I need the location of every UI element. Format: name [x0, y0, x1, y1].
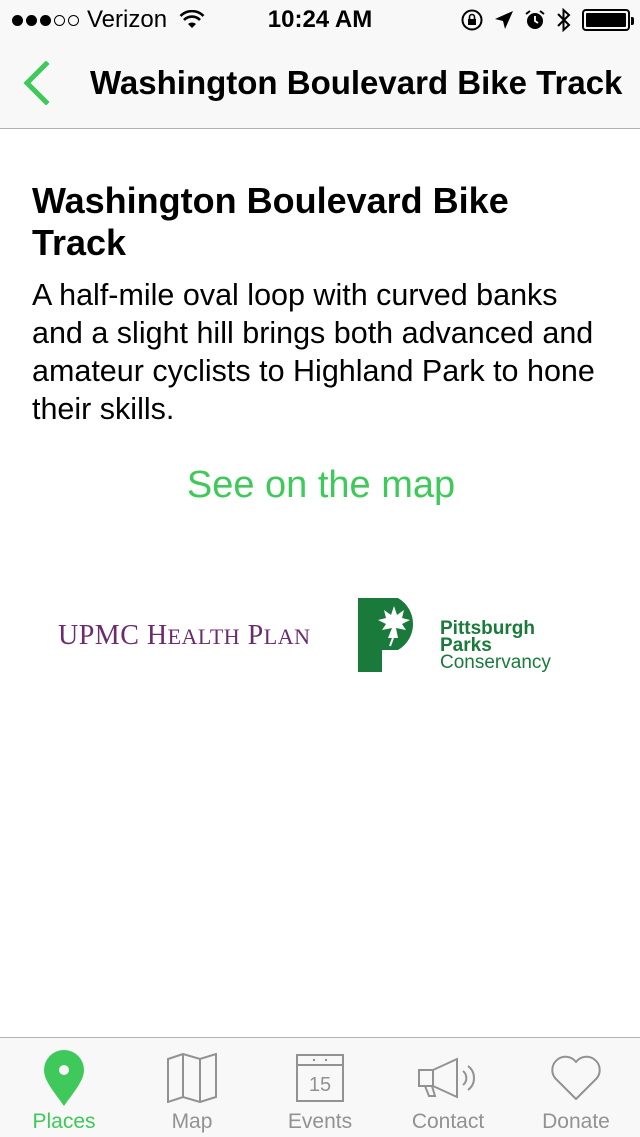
place-detail: Washington Boulevard Bike Track A half-m…	[32, 180, 610, 507]
orientation-lock-icon	[461, 9, 483, 31]
back-button[interactable]	[6, 50, 66, 116]
map-pin-icon	[44, 1050, 84, 1106]
ppc-wordmark: Pittsburgh Parks Conservancy	[440, 618, 551, 673]
battery-icon	[582, 9, 634, 31]
pittsburgh-parks-conservancy-logo: Pittsburgh Parks Conservancy	[358, 598, 588, 678]
place-description: A half-mile oval loop with curved banks …	[32, 278, 595, 426]
location-arrow-icon	[495, 11, 513, 29]
nav-title: Washington Boulevard Bike Track	[90, 64, 623, 101]
tab-events[interactable]: 15 Events	[256, 1038, 384, 1137]
upmc-health-plan-logo: UPMC HEALTH PLAN	[58, 620, 311, 651]
calendar-icon: 15	[296, 1054, 344, 1102]
tab-places[interactable]: Places	[0, 1038, 128, 1137]
place-title: Washington Boulevard Bike Track	[32, 180, 509, 263]
navigation-bar: Washington Boulevard Bike Track	[0, 40, 640, 129]
see-on-map-link[interactable]: See on the map	[32, 464, 610, 507]
heart-icon	[551, 1055, 601, 1100]
tab-label: Events	[287, 1110, 353, 1133]
sponsor-logos: UPMC HEALTH PLAN Pittsburgh Parks Conser…	[0, 590, 640, 680]
tab-label: Places	[32, 1110, 96, 1133]
svg-text:15: 15	[309, 1074, 331, 1096]
tab-label: Contact	[411, 1110, 485, 1133]
tab-label: Map	[171, 1110, 213, 1133]
status-right	[460, 6, 634, 34]
tab-bar: Places Map 15 Events Contact Donate	[0, 1037, 640, 1137]
tab-contact[interactable]: Contact	[384, 1038, 512, 1137]
bluetooth-icon	[557, 7, 571, 33]
alarm-icon	[525, 10, 545, 29]
chevron-left-icon	[23, 61, 50, 105]
megaphone-icon	[418, 1057, 475, 1099]
status-bar: Verizon 10:24 AM	[0, 0, 640, 40]
ppc-p-leaf-icon	[358, 598, 414, 672]
folded-map-icon	[167, 1053, 217, 1103]
tab-map[interactable]: Map	[128, 1038, 256, 1137]
tab-label: Donate	[542, 1110, 610, 1133]
tab-donate[interactable]: Donate	[512, 1038, 640, 1137]
